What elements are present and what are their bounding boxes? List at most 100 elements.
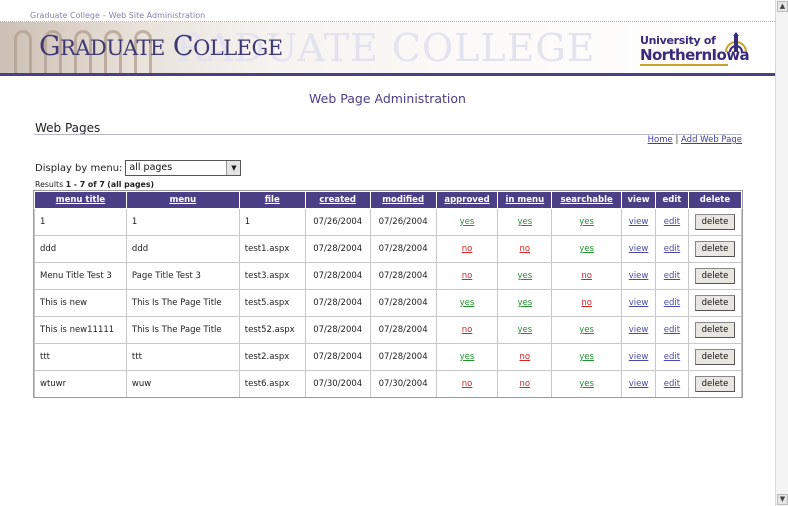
cell-searchable-toggle-value[interactable]: yes <box>579 217 594 227</box>
cell-approved-toggle-value[interactable]: no <box>462 271 473 281</box>
cell-approved-toggle-value[interactable]: yes <box>460 352 475 362</box>
menu-filter-select[interactable]: all pages ▼ <box>125 160 242 176</box>
cell-in-menu-toggle-value[interactable]: yes <box>517 298 532 308</box>
column-header-searchable[interactable]: searchable <box>551 191 623 209</box>
delete-button[interactable]: delete <box>687 343 743 371</box>
view-link[interactable]: view <box>621 289 656 317</box>
delete-button[interactable]: delete <box>687 235 743 263</box>
column-header-created[interactable]: created <box>304 191 371 209</box>
cell-approved-toggle[interactable]: yes <box>435 289 499 317</box>
cell-in-menu-toggle-value[interactable]: yes <box>517 271 532 281</box>
cell-in-menu-toggle-value[interactable]: no <box>520 244 531 254</box>
cell-searchable-toggle-value[interactable]: no <box>581 271 592 281</box>
cell-in-menu-toggle-value[interactable]: no <box>520 352 531 362</box>
column-header-menu-title[interactable]: menu title <box>34 191 127 209</box>
cell-searchable-toggle-value[interactable]: yes <box>579 325 594 335</box>
cell-searchable-toggle[interactable]: yes <box>551 235 623 263</box>
delete-button[interactable]: delete <box>687 208 743 236</box>
edit-link-value[interactable]: edit <box>664 352 680 362</box>
view-link-value[interactable]: view <box>629 271 649 281</box>
view-link[interactable]: view <box>621 262 656 290</box>
edit-link-value[interactable]: edit <box>664 244 680 254</box>
edit-link[interactable]: edit <box>655 289 689 317</box>
edit-link-value[interactable]: edit <box>664 271 680 281</box>
cell-in-menu-toggle[interactable]: no <box>497 343 553 371</box>
delete-button-value[interactable]: delete <box>694 214 735 230</box>
cell-searchable-toggle[interactable]: yes <box>551 343 623 371</box>
triangle-down-icon[interactable]: ▼ <box>777 494 788 505</box>
view-link[interactable]: view <box>621 316 656 344</box>
cell-searchable-toggle-value[interactable]: yes <box>579 244 594 254</box>
cell-approved-toggle[interactable]: no <box>435 235 499 263</box>
cell-searchable-toggle-value[interactable]: yes <box>579 352 594 362</box>
cell-searchable-toggle[interactable]: no <box>551 262 623 290</box>
column-header-in-menu[interactable]: in menu <box>497 191 553 209</box>
edit-link[interactable]: edit <box>655 262 689 290</box>
cell-approved-toggle[interactable]: no <box>435 370 499 398</box>
view-link[interactable]: view <box>621 235 656 263</box>
cell-approved-toggle[interactable]: no <box>435 316 499 344</box>
view-link[interactable]: view <box>621 370 656 398</box>
edit-link[interactable]: edit <box>655 316 689 344</box>
cell-searchable-toggle[interactable]: yes <box>551 316 623 344</box>
view-link-value[interactable]: view <box>629 244 649 254</box>
edit-link-value[interactable]: edit <box>664 325 680 335</box>
triangle-up-icon[interactable]: ▲ <box>777 1 788 12</box>
cell-approved-toggle[interactable]: no <box>435 262 499 290</box>
cell-approved-toggle[interactable]: yes <box>435 343 499 371</box>
edit-link-value[interactable]: edit <box>664 298 680 308</box>
column-header-modified[interactable]: modified <box>369 191 437 209</box>
view-link-value[interactable]: view <box>629 352 649 362</box>
cell-searchable-toggle-value[interactable]: no <box>581 298 592 308</box>
column-header-menu[interactable]: menu <box>125 191 240 209</box>
delete-button-value[interactable]: delete <box>694 241 735 257</box>
add-web-page-link[interactable]: Add Web Page <box>681 135 742 145</box>
view-link-value[interactable]: view <box>629 379 649 389</box>
home-link[interactable]: Home <box>648 135 673 145</box>
delete-button-value[interactable]: delete <box>694 376 735 392</box>
delete-button-value[interactable]: delete <box>694 268 735 284</box>
view-link[interactable]: view <box>621 208 656 236</box>
site-logo-title[interactable]: GRADUATE COLLEGE <box>39 31 283 62</box>
delete-button[interactable]: delete <box>687 262 743 290</box>
view-link[interactable]: view <box>621 343 656 371</box>
cell-in-menu-toggle-value[interactable]: yes <box>517 217 532 227</box>
delete-button-value[interactable]: delete <box>694 295 735 311</box>
vertical-scrollbar[interactable]: ▲ ▼ <box>775 0 788 506</box>
view-link-value[interactable]: view <box>629 325 649 335</box>
cell-in-menu-toggle[interactable]: yes <box>497 316 553 344</box>
edit-link[interactable]: edit <box>655 370 689 398</box>
edit-link[interactable]: edit <box>655 208 689 236</box>
cell-approved-toggle-value[interactable]: no <box>462 379 473 389</box>
delete-button[interactable]: delete <box>687 370 743 398</box>
cell-in-menu-toggle[interactable]: yes <box>497 262 553 290</box>
cell-searchable-toggle-value[interactable]: yes <box>579 379 594 389</box>
cell-searchable-toggle[interactable]: no <box>551 289 623 317</box>
edit-link-value[interactable]: edit <box>664 217 680 227</box>
delete-button-value[interactable]: delete <box>694 349 735 365</box>
cell-in-menu-toggle-value[interactable]: no <box>520 379 531 389</box>
cell-searchable-toggle[interactable]: yes <box>551 208 623 236</box>
delete-button-value[interactable]: delete <box>694 322 735 338</box>
chevron-down-icon[interactable]: ▼ <box>226 161 241 175</box>
breadcrumb-item-graduate-college[interactable]: Graduate College <box>30 11 100 20</box>
university-logo[interactable]: University of NorthernIowa <box>640 30 750 68</box>
edit-link[interactable]: edit <box>655 343 689 371</box>
cell-approved-toggle-value[interactable]: yes <box>460 298 475 308</box>
column-header-file[interactable]: file <box>238 191 306 209</box>
cell-searchable-toggle[interactable]: yes <box>551 370 623 398</box>
cell-in-menu-toggle[interactable]: yes <box>497 289 553 317</box>
edit-link-value[interactable]: edit <box>664 379 680 389</box>
cell-approved-toggle-value[interactable]: no <box>462 244 473 254</box>
delete-button[interactable]: delete <box>687 289 743 317</box>
cell-in-menu-toggle[interactable]: no <box>497 235 553 263</box>
cell-approved-toggle-value[interactable]: no <box>462 325 473 335</box>
cell-approved-toggle[interactable]: yes <box>435 208 499 236</box>
column-header-approved[interactable]: approved <box>435 191 499 209</box>
edit-link[interactable]: edit <box>655 235 689 263</box>
breadcrumb-item-web-admin[interactable]: Web Site Administration <box>109 11 205 20</box>
view-link-value[interactable]: view <box>629 217 649 227</box>
cell-in-menu-toggle[interactable]: no <box>497 370 553 398</box>
delete-button[interactable]: delete <box>687 316 743 344</box>
cell-in-menu-toggle[interactable]: yes <box>497 208 553 236</box>
